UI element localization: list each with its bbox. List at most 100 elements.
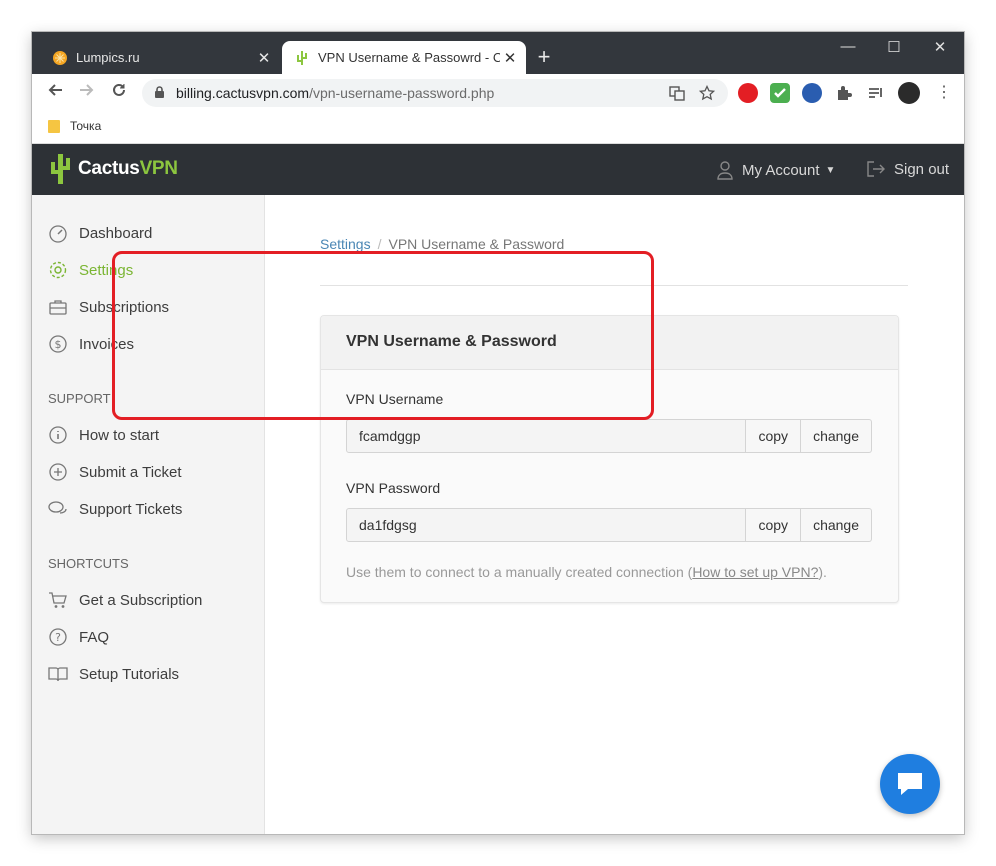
divider [320, 285, 908, 286]
password-label: VPN Password [346, 480, 441, 496]
bookmark-label: Точка [70, 119, 102, 133]
tab-cactusvpn[interactable]: VPN Username & Passowrd - Cac ✕ [282, 41, 526, 74]
sidebar-item-label: Get a Subscription [79, 591, 203, 609]
question-icon: ? [48, 627, 68, 647]
caret-down-icon: ▼ [825, 164, 836, 176]
change-password-button[interactable]: change [801, 508, 872, 542]
breadcrumb-separator: / [377, 236, 382, 252]
tab-lumpics[interactable]: Lumpics.ru ✕ [40, 41, 280, 74]
sidebar-item-label: FAQ [79, 628, 110, 646]
sidebar-item-submit-ticket[interactable]: Submit a Ticket [48, 461, 182, 483]
chat-icon [898, 773, 922, 795]
sidebar-item-label: Invoices [79, 335, 135, 353]
plus-bubble-icon [48, 462, 68, 482]
sidebar: Dashboard Settings Subscriptions $ Invoi… [32, 195, 265, 834]
username-label: VPN Username [346, 391, 444, 407]
puzzle-extensions-icon[interactable] [834, 83, 854, 103]
maximize-button[interactable]: ☐ [874, 38, 914, 58]
forward-arrow-icon[interactable] [76, 82, 98, 104]
copy-password-button[interactable]: copy [746, 508, 802, 542]
bookmarks-bar: Точка [32, 112, 964, 144]
sidebar-item-label: How to start [79, 426, 160, 444]
username-field-group: fcamdggp copy change [346, 419, 872, 453]
minimize-button[interactable]: — [828, 38, 868, 58]
cactus-favicon-icon [294, 50, 310, 66]
cactus-logo-icon [51, 154, 70, 184]
sidebar-item-label: Dashboard [79, 224, 153, 242]
user-icon [717, 161, 733, 180]
sidebar-item-support-tickets[interactable]: Support Tickets [48, 498, 182, 520]
sign-out-label: Sign out [894, 160, 950, 178]
adblock-extension-icon[interactable] [738, 83, 758, 103]
my-account-label: My Account [742, 161, 820, 179]
password-field[interactable]: da1fdgsg [346, 508, 747, 542]
sidebar-item-invoices[interactable]: $ Invoices [48, 333, 134, 355]
menu-kebab-icon[interactable]: ⋮ [934, 83, 954, 103]
sidebar-item-label: Submit a Ticket [79, 463, 182, 481]
username-field[interactable]: fcamdggp [346, 419, 747, 453]
sign-out-link[interactable]: Sign out [866, 160, 949, 178]
dashboard-icon [48, 223, 68, 243]
tab-strip: Lumpics.ru ✕ VPN Username & Passowrd - C… [32, 32, 964, 74]
breadcrumb: Settings / VPN Username & Password [320, 236, 564, 252]
tab-title: Lumpics.ru [76, 50, 140, 65]
credentials-card: VPN Username & Password VPN Username fca… [320, 315, 899, 603]
cactusvpn-logo[interactable]: CactusVPN [48, 152, 178, 186]
globe-extension-icon[interactable] [802, 83, 822, 103]
tab-close-icon[interactable]: ✕ [254, 49, 274, 67]
sidebar-item-setup-tutorials[interactable]: Setup Tutorials [48, 663, 179, 685]
lumpics-favicon-icon [52, 50, 68, 66]
breadcrumb-settings-link[interactable]: Settings [320, 236, 371, 252]
browser-window: Lumpics.ru ✕ VPN Username & Passowrd - C… [32, 32, 964, 834]
sidebar-item-how-to-start[interactable]: How to start [48, 424, 159, 446]
bookmark-folder[interactable]: Точка [48, 119, 101, 133]
folder-icon [48, 119, 60, 133]
sidebar-item-label: Support Tickets [79, 500, 183, 518]
sidebar-item-dashboard[interactable]: Dashboard [48, 222, 152, 244]
change-username-button[interactable]: change [801, 419, 872, 453]
new-tab-button[interactable]: + [532, 46, 556, 70]
lock-icon [154, 86, 165, 104]
tab-title: VPN Username & Passowrd - Cac [318, 50, 500, 65]
star-icon[interactable] [698, 84, 716, 101]
media-queue-icon[interactable] [866, 83, 886, 103]
sidebar-item-label: Subscriptions [79, 298, 170, 316]
card-title: VPN Username & Password [346, 333, 557, 350]
support-heading: SUPPORT [48, 391, 111, 406]
setup-vpn-link[interactable]: How to set up VPN? [692, 564, 818, 580]
copy-username-button[interactable]: copy [746, 419, 802, 453]
site-header: CactusVPN My Account ▼ Sign out [32, 144, 964, 195]
sidebar-item-faq[interactable]: ? FAQ [48, 626, 109, 648]
browser-toolbar: billing.cactusvpn.com/vpn-username-passw… [32, 74, 964, 112]
reload-icon[interactable] [108, 82, 130, 104]
svg-text:$: $ [55, 338, 62, 351]
tab-close-icon[interactable]: ✕ [500, 49, 520, 67]
sidebar-item-label: Settings [79, 261, 134, 279]
book-icon [48, 664, 68, 684]
checkmark-extension-icon[interactable] [770, 83, 790, 103]
profile-avatar[interactable] [898, 82, 920, 104]
sidebar-item-label: Setup Tutorials [79, 665, 180, 683]
briefcase-icon [48, 297, 68, 317]
help-text: Use them to connect to a manually create… [346, 564, 827, 580]
sidebar-item-subscriptions[interactable]: Subscriptions [48, 296, 169, 318]
gear-icon [48, 260, 68, 280]
window-close-button[interactable]: ✕ [920, 38, 960, 58]
sign-out-icon [867, 161, 885, 177]
info-icon [48, 425, 68, 445]
back-arrow-icon[interactable] [44, 82, 66, 104]
main-content: Settings / VPN Username & Password VPN Use… [266, 195, 964, 834]
address-bar[interactable]: billing.cactusvpn.com/vpn-username-passw… [142, 79, 728, 107]
my-account-menu[interactable]: My Account ▼ [716, 160, 835, 180]
card-header: VPN Username & Password [321, 316, 898, 370]
cart-icon [48, 590, 68, 610]
password-field-group: da1fdgsg copy change [346, 508, 872, 542]
dollar-icon: $ [48, 334, 68, 354]
sidebar-item-settings[interactable]: Settings [48, 259, 133, 281]
sidebar-item-get-subscription[interactable]: Get a Subscription [48, 589, 202, 611]
live-chat-button[interactable] [880, 754, 940, 814]
svg-text:?: ? [55, 631, 61, 644]
breadcrumb-current: VPN Username & Password [388, 236, 565, 252]
shortcuts-heading: SHORTCUTS [48, 556, 129, 571]
translate-icon[interactable] [668, 85, 686, 101]
